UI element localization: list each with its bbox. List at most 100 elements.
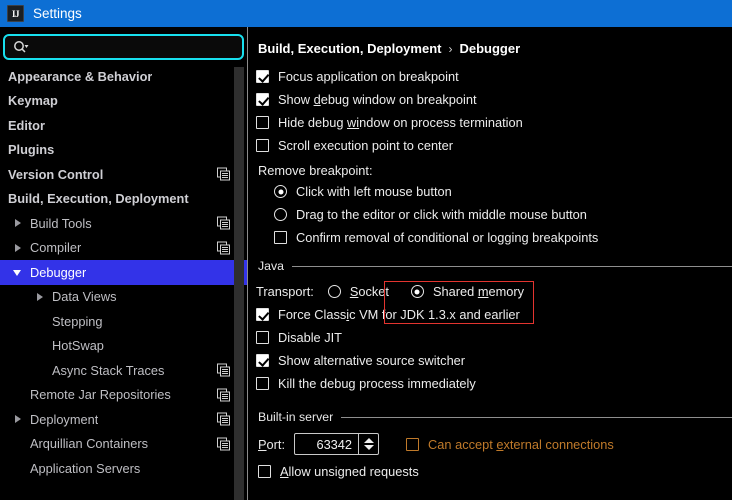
checkbox-kill-debug-process[interactable]	[256, 377, 269, 390]
separator-line	[291, 265, 732, 267]
checkbox-row-confirm-removal[interactable]: Confirm removal of conditional or loggin…	[256, 226, 732, 249]
sidebar-item-compiler[interactable]: Compiler	[0, 236, 247, 261]
checkbox-external-connections	[406, 437, 420, 451]
search-input[interactable]	[29, 39, 242, 55]
sidebar-item-stepping[interactable]: Stepping	[0, 309, 247, 334]
search-icon	[13, 40, 29, 54]
port-value[interactable]: 63342	[295, 434, 358, 454]
checkbox-label-disable-jit: Disable JIT	[278, 330, 343, 345]
radio-drag-to-editor[interactable]	[274, 208, 287, 221]
chevron-right-icon[interactable]	[35, 292, 47, 301]
radio-label-transport-shared-memory: Shared memory	[432, 284, 525, 299]
chevron-right-icon[interactable]	[13, 219, 25, 228]
settings-tree: Appearance & Behavior Keymap Editor Plugins…	[0, 64, 247, 481]
sidebar-item-data-views[interactable]: Data Views	[0, 285, 247, 310]
checkbox-label-allow-unsigned-requests: Allow unsigned requests	[280, 464, 419, 479]
stepper-down-icon[interactable]	[363, 445, 374, 450]
checkbox-label-kill-debug-process: Kill the debug process immediately	[278, 376, 476, 391]
search-box[interactable]	[3, 34, 244, 60]
copy-settings-icon[interactable]	[217, 363, 230, 377]
port-stepper-buttons[interactable]	[358, 434, 378, 454]
checkbox-row-allow-unsigned-requests[interactable]: Allow unsigned requests	[256, 460, 732, 483]
sidebar-item-plugins[interactable]: Plugins	[0, 138, 247, 163]
checkbox-row-show-alternative-source-switcher[interactable]: Show alternative source switcher	[256, 349, 732, 372]
copy-settings-icon[interactable]	[217, 216, 230, 230]
checkbox-row-show-debug-window[interactable]: Show debug window on breakpoint	[256, 88, 732, 111]
checkbox-show-debug-window[interactable]	[256, 93, 269, 106]
checkbox-row-hide-debug-window[interactable]: Hide debug window on process termination	[256, 111, 732, 134]
transport-row: Transport: Socket Shared memory	[256, 280, 732, 303]
sidebar-item-remote-jar-repositories[interactable]: Remote Jar Repositories	[0, 383, 247, 408]
sidebar-item-label: Deployment	[30, 411, 99, 427]
radio-label-click-left-mouse: Click with left mouse button	[296, 184, 452, 199]
checkbox-show-alternative-source-switcher[interactable]	[256, 354, 269, 367]
sidebar-item-label: Application Servers	[30, 460, 141, 476]
radio-transport-socket[interactable]	[327, 285, 341, 298]
sidebar-item-label: Remote Jar Repositories	[30, 387, 171, 403]
sidebar-item-hotswap[interactable]: HotSwap	[0, 334, 247, 359]
sidebar-item-appearance-behavior[interactable]: Appearance & Behavior	[0, 64, 247, 89]
sidebar-item-label: Build Tools	[30, 215, 92, 231]
checkbox-label-scroll-execution-point: Scroll execution point to center	[278, 138, 453, 153]
checkbox-label-external-connections: Can accept external connections	[428, 436, 614, 452]
checkbox-row-scroll-execution-point[interactable]: Scroll execution point to center	[256, 134, 732, 157]
chevron-down-icon[interactable]	[0, 195, 3, 203]
sidebar-item-build-execution-deployment[interactable]: Build, Execution, Deployment	[0, 187, 247, 212]
radio-label-transport-socket: Socket	[349, 284, 389, 299]
settings-sidebar: Appearance & Behavior Keymap Editor Plugins…	[0, 27, 248, 500]
checkbox-focus-application[interactable]	[256, 70, 269, 83]
checkbox-confirm-removal[interactable]	[274, 231, 287, 244]
sidebar-item-label: HotSwap	[52, 338, 104, 354]
radio-row-drag-to-editor[interactable]: Drag to the editor or click with middle …	[256, 203, 732, 226]
sidebar-item-label: Data Views	[52, 289, 117, 305]
sidebar-item-debugger[interactable]: Debugger	[0, 260, 247, 285]
checkbox-row-kill-debug-process[interactable]: Kill the debug process immediately	[256, 372, 732, 395]
copy-settings-icon[interactable]	[217, 388, 230, 402]
copy-settings-icon[interactable]	[217, 167, 230, 181]
stepper-up-icon[interactable]	[363, 438, 374, 443]
checkbox-hide-debug-window[interactable]	[256, 116, 269, 129]
sidebar-item-application-servers[interactable]: Application Servers	[0, 456, 247, 481]
checkbox-allow-unsigned-requests[interactable]	[258, 465, 271, 478]
checkbox-label-focus-application: Focus application on breakpoint	[278, 69, 459, 84]
checkbox-scroll-execution-point[interactable]	[256, 139, 269, 152]
checkbox-disable-jit[interactable]	[256, 331, 269, 344]
copy-settings-icon[interactable]	[217, 412, 230, 426]
checkbox-row-disable-jit[interactable]: Disable JIT	[256, 326, 732, 349]
sidebar-scrollbar[interactable]	[234, 67, 244, 500]
sidebar-item-build-tools[interactable]: Build Tools	[0, 211, 247, 236]
sidebar-item-keymap[interactable]: Keymap	[0, 89, 247, 114]
sidebar-item-label: Appearance & Behavior	[8, 68, 153, 84]
settings-window: IJ Settings Appearance & Behavior Keymap…	[0, 0, 732, 500]
copy-settings-icon[interactable]	[217, 241, 230, 255]
checkbox-force-classic-vm[interactable]	[256, 308, 269, 321]
section-separator-builtin-server: Built-in server	[258, 409, 732, 425]
port-stepper[interactable]: 63342	[294, 433, 380, 455]
section-separator-java: Java	[258, 258, 732, 274]
chevron-right-icon[interactable]	[0, 72, 3, 80]
chevron-right-icon[interactable]	[0, 170, 3, 178]
sidebar-item-arquillian-containers[interactable]: Arquillian Containers	[0, 432, 247, 457]
chevron-right-icon[interactable]	[13, 243, 25, 252]
chevron-right-icon[interactable]	[13, 415, 25, 424]
checkbox-label-confirm-removal: Confirm removal of conditional or loggin…	[296, 230, 599, 245]
chevron-down-icon[interactable]	[13, 268, 25, 277]
breadcrumb-parent[interactable]: Build, Execution, Deployment	[258, 41, 441, 56]
radio-transport-shared-memory[interactable]	[410, 285, 424, 298]
radio-click-left-mouse[interactable]	[274, 185, 287, 198]
sidebar-item-label: Stepping	[52, 313, 103, 329]
checkbox-row-external-connections: Can accept external connections	[406, 437, 614, 452]
search-container	[0, 27, 247, 64]
remove-breakpoint-label: Remove breakpoint:	[258, 163, 373, 178]
checkbox-label-hide-debug-window: Hide debug window on process termination	[278, 115, 523, 130]
radio-row-click-left-mouse[interactable]: Click with left mouse button	[256, 180, 732, 203]
title-bar: IJ Settings	[0, 0, 732, 27]
sidebar-item-async-stack-traces[interactable]: Async Stack Traces	[0, 358, 247, 383]
sidebar-item-editor[interactable]: Editor	[0, 113, 247, 138]
copy-settings-icon[interactable]	[217, 437, 230, 451]
checkbox-row-force-classic-vm[interactable]: Force Classic VM for JDK 1.3.x and earli…	[256, 303, 732, 326]
sidebar-item-version-control[interactable]: Version Control	[0, 162, 247, 187]
sidebar-item-deployment[interactable]: Deployment	[0, 407, 247, 432]
chevron-right-icon[interactable]	[0, 121, 3, 129]
checkbox-row-focus-application[interactable]: Focus application on breakpoint	[256, 65, 732, 88]
